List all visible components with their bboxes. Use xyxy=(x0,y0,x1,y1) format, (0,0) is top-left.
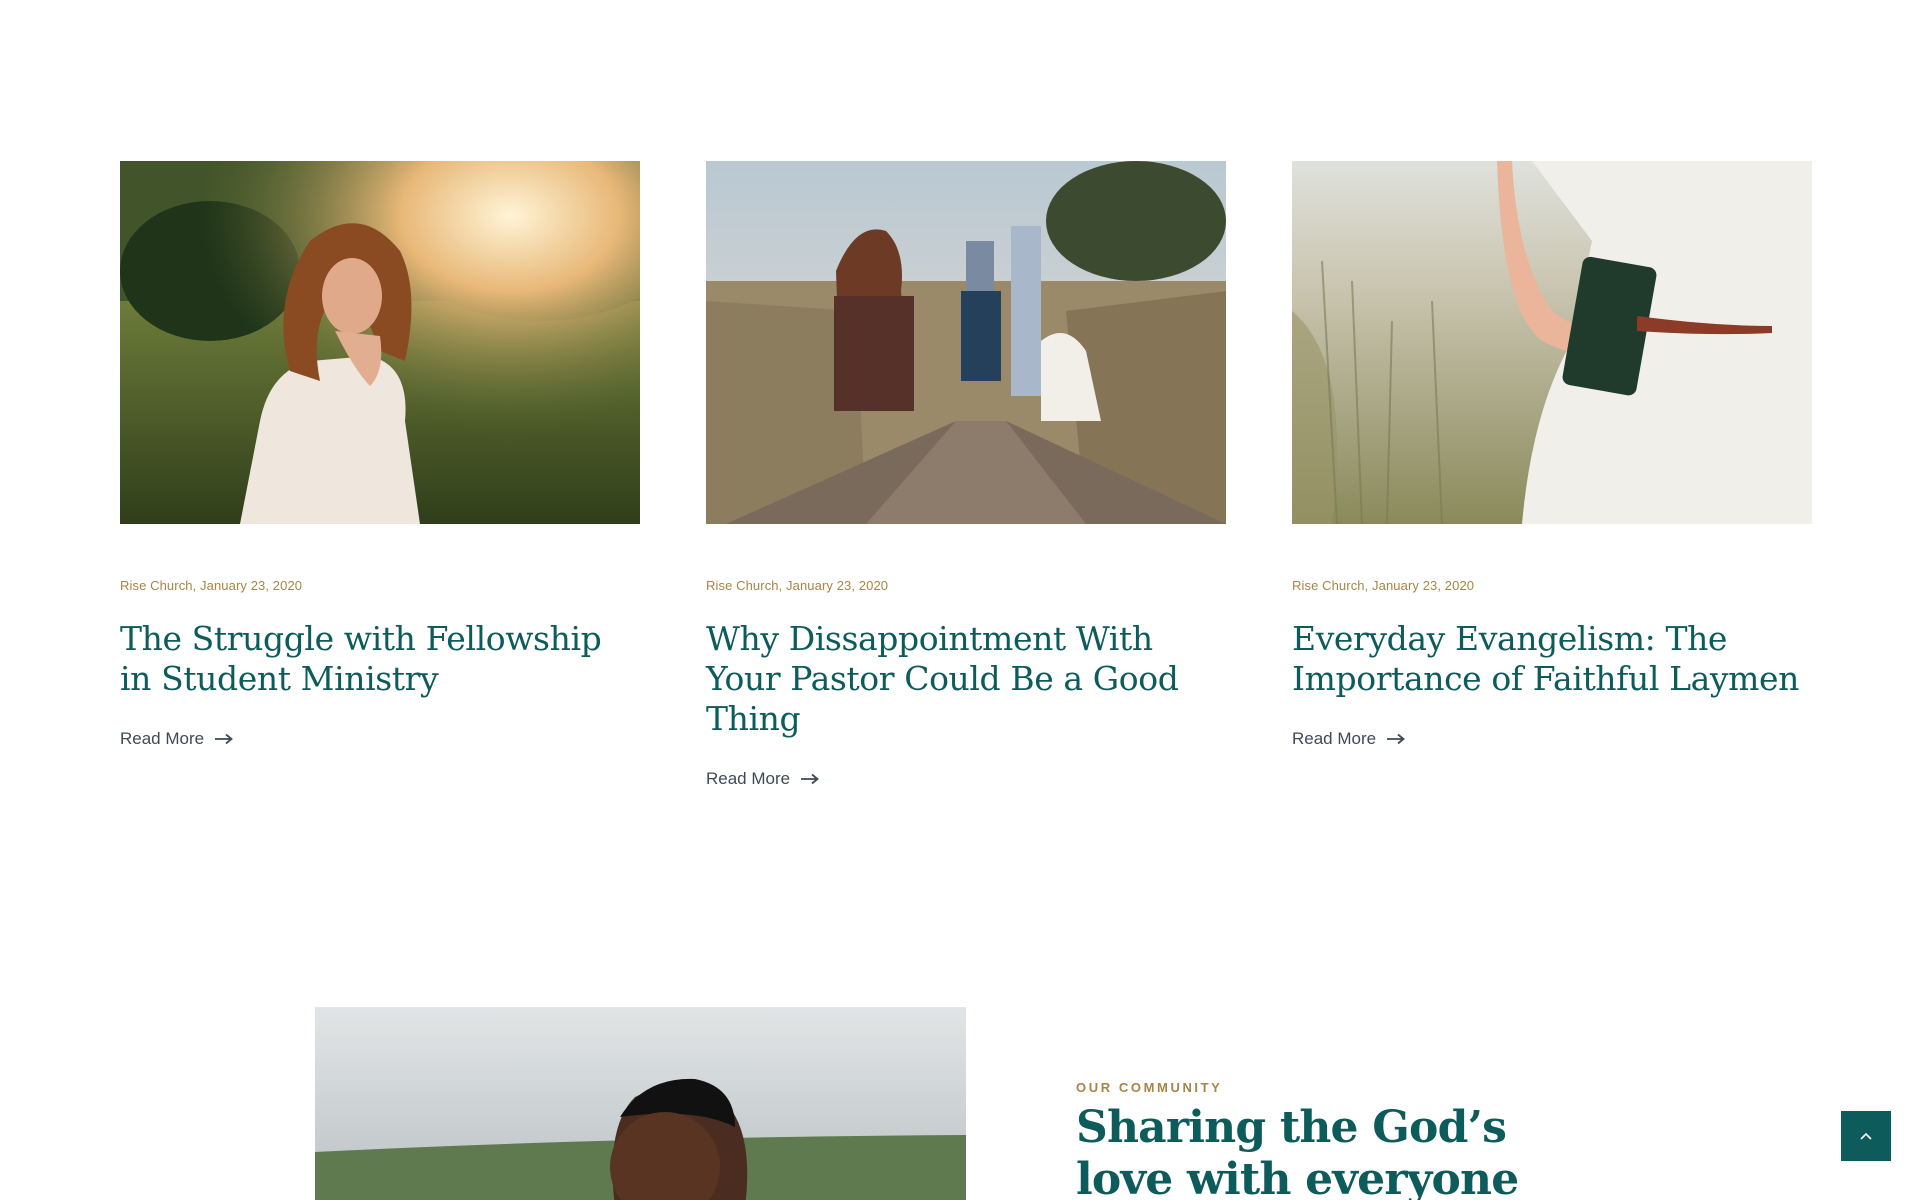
woman-bible-image xyxy=(1292,161,1812,524)
post-meta: Rise Church, January 23, 2020 xyxy=(120,578,303,593)
community-image xyxy=(315,1007,966,1200)
back-to-top-button[interactable] xyxy=(1841,1111,1891,1161)
post-card: Rise Church, January 23, 2020 The Strugg… xyxy=(120,161,640,749)
post-title[interactable]: The Struggle with Fellowship in Student … xyxy=(120,619,640,699)
arrow-right-icon xyxy=(1387,733,1406,745)
chevron-up-icon xyxy=(1860,1132,1872,1140)
read-more-link[interactable]: Read More xyxy=(1292,729,1406,749)
read-more-label: Read More xyxy=(1292,729,1377,748)
man-praying-image xyxy=(315,1007,966,1200)
post-image[interactable] xyxy=(120,161,640,524)
post-card: Rise Church, January 23, 2020 Why Dissap… xyxy=(706,161,1226,789)
read-more-label: Read More xyxy=(120,729,205,748)
read-more-label: Read More xyxy=(706,769,791,788)
read-more-link[interactable]: Read More xyxy=(706,769,820,789)
post-title[interactable]: Everyday Evangelism: The Importance of F… xyxy=(1292,619,1812,699)
community-title: Sharing the God’s love with everyone xyxy=(1076,1102,1519,1200)
post-image[interactable] xyxy=(706,161,1226,524)
post-title[interactable]: Why Dissappointment With Your Pastor Cou… xyxy=(706,619,1226,739)
post-meta: Rise Church, January 23, 2020 xyxy=(706,578,889,593)
post-meta: Rise Church, January 23, 2020 xyxy=(1292,578,1475,593)
family-walking-image xyxy=(706,161,1226,524)
arrow-right-icon xyxy=(801,773,820,785)
woman-praying-image xyxy=(120,161,640,524)
read-more-link[interactable]: Read More xyxy=(120,729,234,749)
post-card: Rise Church, January 23, 2020 Everyday E… xyxy=(1292,161,1812,749)
community-eyebrow: OUR COMMUNITY xyxy=(1076,1080,1223,1095)
post-image[interactable] xyxy=(1292,161,1812,524)
arrow-right-icon xyxy=(215,733,234,745)
